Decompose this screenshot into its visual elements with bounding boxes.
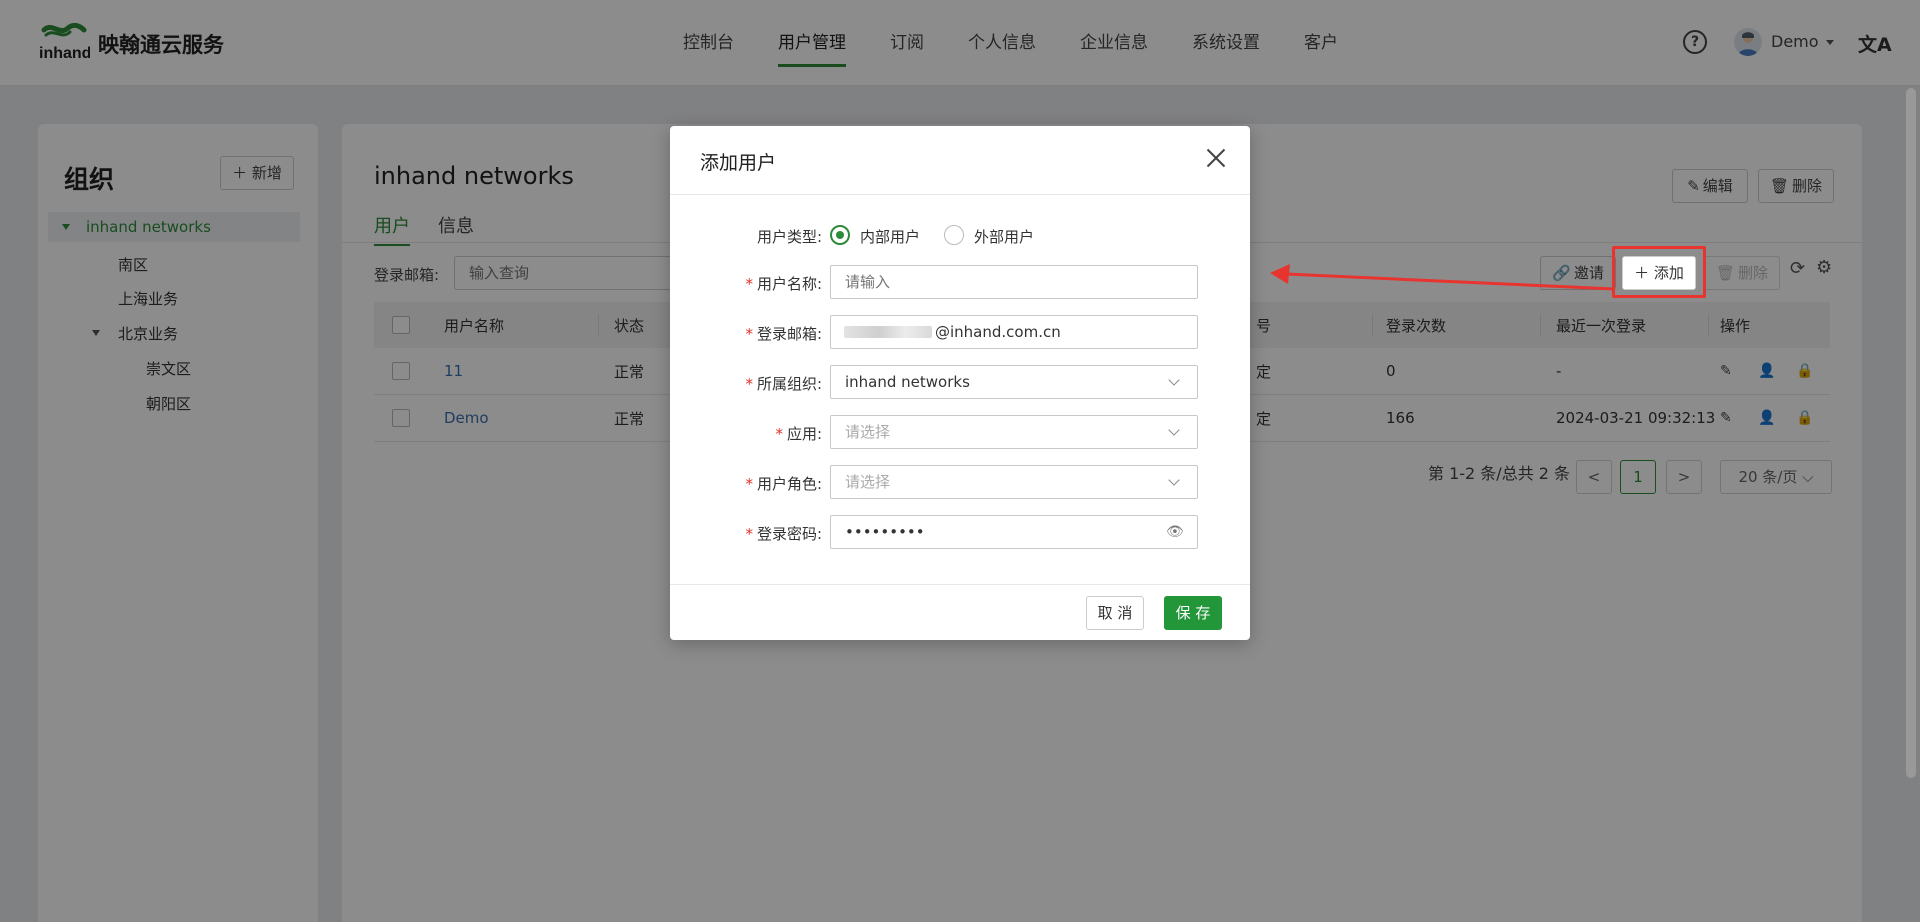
org-select[interactable]: inhand networks: [830, 365, 1198, 399]
annotation-arrow-icon: [1270, 264, 1614, 291]
radio-external-label[interactable]: 外部用户: [974, 226, 1034, 247]
password-value: •••••••••: [845, 523, 925, 541]
app-select-placeholder: 请选择: [845, 423, 891, 441]
close-icon[interactable]: [1206, 148, 1226, 168]
org-label: 所属组织:: [756, 375, 822, 393]
org-select-value: inhand networks: [845, 373, 970, 391]
username-input[interactable]: [830, 265, 1198, 299]
user-type-label: 用户类型:: [756, 228, 822, 246]
radio-internal-label[interactable]: 内部用户: [860, 226, 920, 247]
app-label: 应用:: [786, 425, 822, 443]
email-value: @inhand.com.cn: [935, 323, 1061, 341]
email-row: * 登录邮箱: @inhand.com.cn: [670, 315, 1250, 351]
radio-internal-user[interactable]: [830, 225, 850, 245]
add-user-dialog: 添加用户 用户类型: 内部用户 外部用户 *用户名称: *登录邮箱: @inha…: [670, 126, 1250, 640]
app-row: * 应用: 请选择: [670, 415, 1250, 451]
email-label: 登录邮箱:: [756, 325, 822, 343]
redacted-email-prefix: [844, 326, 932, 338]
username-label: 用户名称:: [756, 275, 822, 293]
cancel-button[interactable]: 取 消: [1086, 596, 1144, 630]
page-scrollbar[interactable]: [1906, 88, 1916, 778]
user-type-row: 用户类型: 内部用户 外部用户: [670, 218, 1250, 254]
dialog-title: 添加用户: [700, 152, 777, 174]
password-label: 登录密码:: [756, 525, 822, 543]
save-button[interactable]: 保 存: [1164, 596, 1222, 630]
password-row: * 登录密码: ••••••••• 👁: [670, 515, 1250, 551]
eye-slash-icon[interactable]: 👁: [1166, 524, 1184, 540]
annotation-highlight-box: [1612, 246, 1706, 298]
role-select-placeholder: 请选择: [845, 473, 891, 491]
role-label: 用户角色:: [756, 475, 822, 493]
password-input[interactable]: •••••••••: [830, 515, 1198, 549]
role-row: * 用户角色: 请选择: [670, 465, 1250, 501]
app-select[interactable]: 请选择: [830, 415, 1198, 449]
org-row: * 所属组织: inhand networks: [670, 365, 1250, 401]
radio-external-user[interactable]: [944, 225, 964, 245]
role-select[interactable]: 请选择: [830, 465, 1198, 499]
username-row: * 用户名称:: [670, 265, 1250, 301]
